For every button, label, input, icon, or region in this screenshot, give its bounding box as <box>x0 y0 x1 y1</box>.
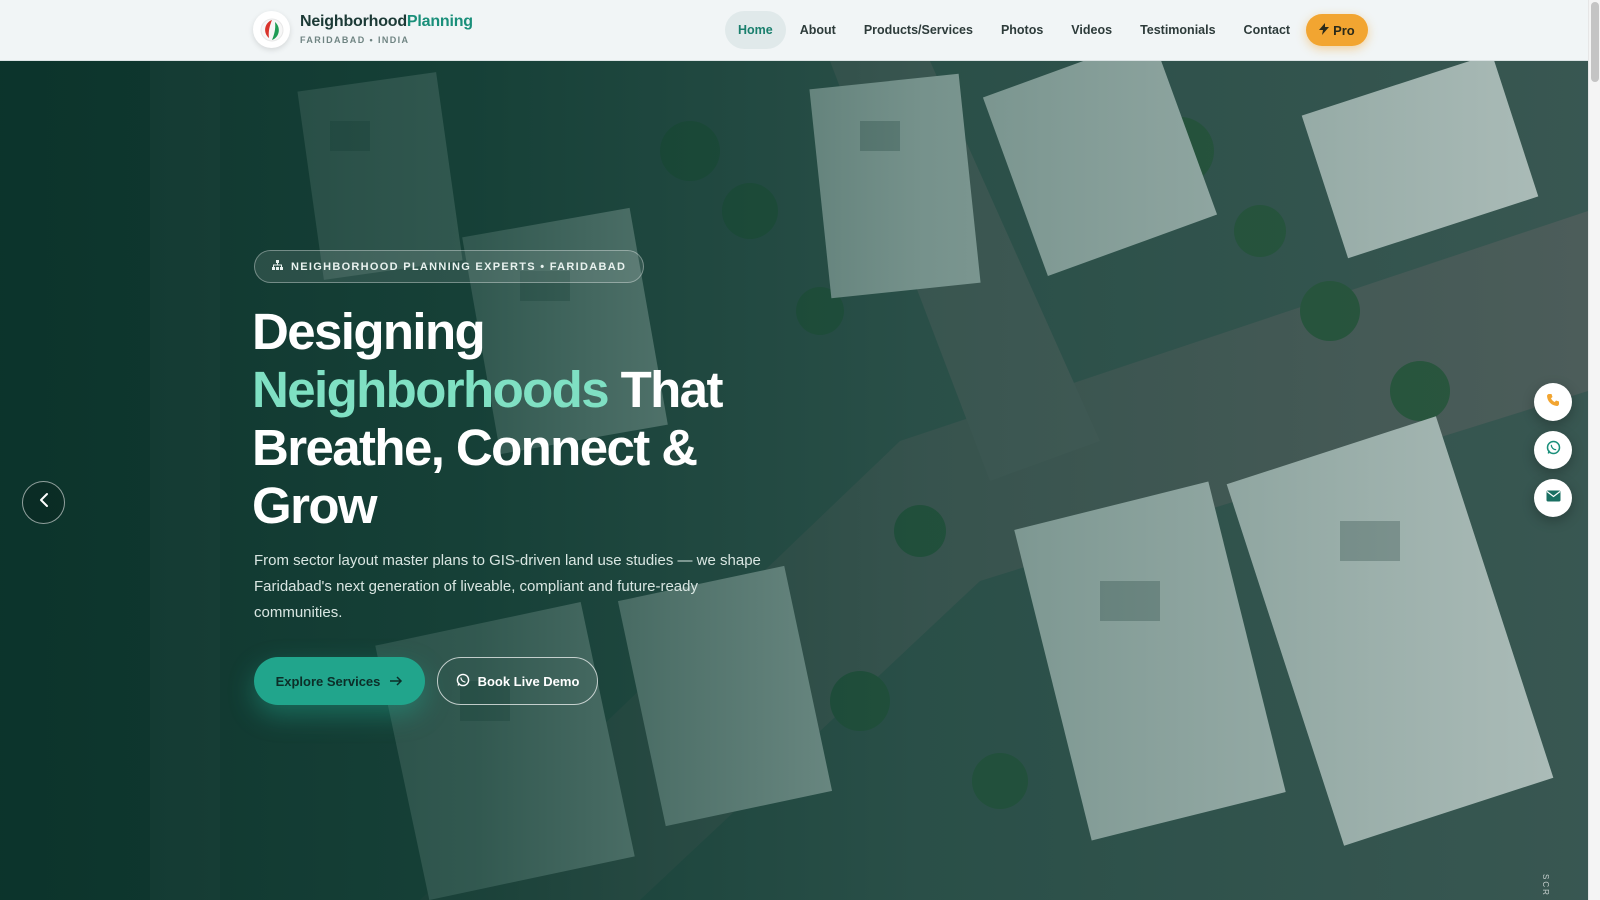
floating-email-button[interactable] <box>1534 479 1572 517</box>
nav-item-testimonials[interactable]: Testimonials <box>1126 11 1229 49</box>
brand-name-accent: Planning <box>406 13 473 30</box>
leaf-logo-icon <box>253 11 290 48</box>
pro-button[interactable]: Pro <box>1306 14 1368 46</box>
floating-call-button[interactable] <box>1534 383 1572 421</box>
brand-name-main: Neighborhood <box>300 13 407 30</box>
hero-description: From sector layout master plans to GIS-d… <box>254 552 761 621</box>
nav-item-about[interactable]: About <box>786 11 850 49</box>
sitemap-icon <box>272 260 283 273</box>
chevron-left-icon <box>38 492 50 513</box>
whatsapp-icon <box>1546 440 1561 460</box>
lightning-icon <box>1319 22 1330 38</box>
brand-tagline: FARIDABAD • INDIA <box>300 35 410 45</box>
brand-name: NeighborhoodPlanning <box>300 14 473 30</box>
top-navigation-bar: NeighborhoodPlanning FARIDABAD • INDIA H… <box>0 0 1588 61</box>
book-live-demo-label: Book Live Demo <box>477 673 580 689</box>
brand-logo-link[interactable]: NeighborhoodPlanning FARIDABAD • INDIA <box>253 11 473 48</box>
phone-icon <box>1546 393 1560 412</box>
hero-badge: NEIGHBORHOOD PLANNING EXPERTS • FARIDABA… <box>254 250 645 283</box>
hero-headline: Designing Neighborhoods That Breathe, Co… <box>252 303 812 535</box>
nav-item-contact[interactable]: Contact <box>1230 11 1305 49</box>
pro-button-label: Pro <box>1333 22 1355 38</box>
main-nav: Home About Products/Services Photos Vide… <box>725 11 1368 49</box>
mail-icon <box>1546 489 1561 507</box>
page-scrollbar[interactable] <box>1588 0 1600 900</box>
headline-line-1: Designing <box>252 303 486 360</box>
arrow-right-icon <box>390 674 403 689</box>
scroll-hint: SCR <box>1541 874 1550 897</box>
nav-item-products-services[interactable]: Products/Services <box>850 11 987 49</box>
explore-services-label: Explore Services <box>275 673 381 689</box>
nav-item-home[interactable]: Home <box>725 11 786 49</box>
scrollbar-thumb[interactable] <box>1591 2 1599 82</box>
explore-services-button[interactable]: Explore Services <box>254 657 425 705</box>
headline-highlight: Neighborhoods <box>252 361 610 418</box>
nav-item-videos[interactable]: Videos <box>1057 11 1126 49</box>
floating-whatsapp-button[interactable] <box>1534 431 1572 469</box>
nav-item-photos[interactable]: Photos <box>987 11 1057 49</box>
hero-badge-label: NEIGHBORHOOD PLANNING EXPERTS • FARIDABA… <box>291 260 627 273</box>
slider-previous-button[interactable] <box>22 481 65 524</box>
whatsapp-icon <box>456 673 470 690</box>
book-live-demo-button[interactable]: Book Live Demo <box>437 657 598 705</box>
